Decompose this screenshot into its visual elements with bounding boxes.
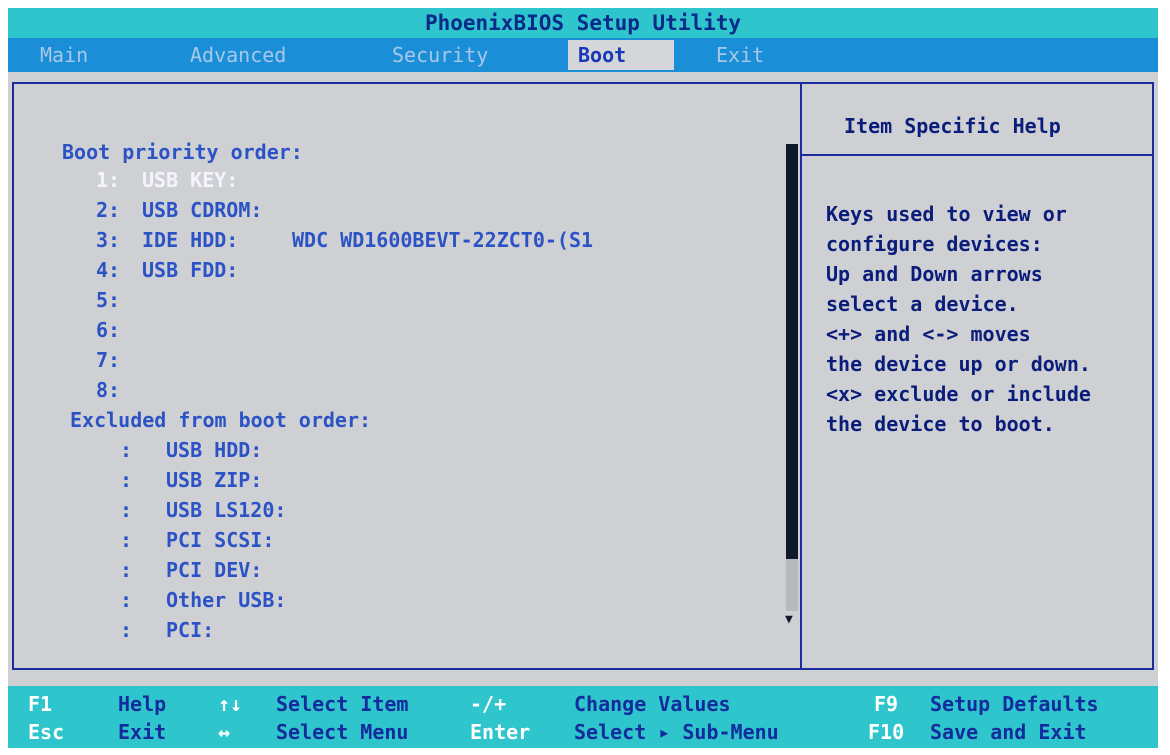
excluded-item-device: PCI DEV: [166,558,263,582]
select-submenu-desc: Select ▸ Sub-Menu [574,720,779,744]
select-menu-desc: Select Menu [276,720,409,744]
exit-desc: Exit [118,720,167,744]
excluded-item-device: PCI: [166,618,215,642]
help-title: Item Specific Help [844,114,1061,138]
boot-item-detail: WDC WD1600BEVT-22ZCT0-(S1 [292,228,594,252]
left-right-arrows-icon[interactable]: ↔ [218,720,230,744]
boot-item-6[interactable]: 6: [96,318,142,342]
f1-desc: Help [118,692,167,716]
key-legend-bar: F1 Help ↑↓ Select Item -/+ Change Values… [8,686,1158,748]
tab-advanced[interactable]: Advanced [180,40,296,70]
boot-item-3[interactable]: 3: IDE HDD: WDC WD1600BEVT-22ZCT0-(S1 [96,228,593,252]
excluded-item-marker: : [120,588,133,612]
excluded-item-device: USB HDD: [166,438,263,462]
boot-item-device: USB KEY: [142,168,239,192]
scrollbar-track[interactable] [786,559,798,611]
boot-item-7[interactable]: 7: [96,348,142,372]
excluded-item[interactable]: : USB HDD: [120,438,262,462]
help-line: <x> exclude or include [826,382,1091,406]
bios-screen: PhoenixBIOS Setup Utility Main Advanced … [8,8,1158,748]
excluded-item-marker: : [120,498,133,522]
excluded-item[interactable]: : USB ZIP: [120,468,262,492]
panel-divider [800,84,802,668]
excluded-item-device: PCI SCSI: [166,528,275,552]
boot-item-number: 7: [96,348,121,372]
excluded-item-device: USB ZIP: [166,468,263,492]
boot-item-number: 8: [96,378,121,402]
scroll-down-icon[interactable]: ▼ [785,612,793,627]
help-line: <+> and <-> moves [826,322,1031,346]
excluded-item-device: USB LS120: [166,498,287,522]
boot-item-1[interactable]: 1: USB KEY: [96,168,292,192]
excluded-item[interactable]: : Other USB: [120,588,286,612]
boot-item-2[interactable]: 2: USB CDROM: [96,198,292,222]
tab-boot[interactable]: Boot [568,40,674,70]
boot-priority-heading: Boot priority order: [62,140,303,164]
help-divider [802,154,1152,156]
excluded-item-marker: : [120,618,133,642]
enter-key[interactable]: Enter [470,720,530,744]
boot-item-number: 4: [96,258,121,282]
boot-item-number: 3: [96,228,121,252]
excluded-item[interactable]: : PCI DEV: [120,558,262,582]
help-line: select a device. [826,292,1019,316]
boot-item-4[interactable]: 4: USB FDD: [96,258,292,282]
excluded-item-marker: : [120,558,133,582]
boot-item-5[interactable]: 5: [96,288,142,312]
select-item-desc: Select Item [276,692,409,716]
f10-key[interactable]: F10 [868,720,904,744]
boot-item-device: IDE HDD: [142,228,239,252]
boot-item-number: 5: [96,288,121,312]
app-title: PhoenixBIOS Setup Utility [8,8,1158,38]
boot-item-number: 2: [96,198,121,222]
menu-bar: Main Advanced Security Boot Exit [8,38,1158,72]
excluded-heading: Excluded from boot order: [70,408,372,432]
boot-item-number: 1: [96,168,121,192]
up-down-arrows-icon[interactable]: ↑↓ [218,692,242,716]
help-line: configure devices: [826,232,1043,256]
boot-item-device: USB FDD: [142,258,239,282]
boot-item-device: USB CDROM: [142,198,263,222]
main-frame: ▼ Boot priority order: 1: USB KEY: 2: USB … [12,82,1154,670]
boot-item-number: 6: [96,318,121,342]
help-line: the device to boot. [826,412,1055,436]
f9-key[interactable]: F9 [874,692,898,716]
excluded-item-marker: : [120,528,133,552]
excluded-item-marker: : [120,468,133,492]
help-line: the device up or down. [826,352,1091,376]
change-values-desc: Change Values [574,692,731,716]
minus-plus-key[interactable]: -/+ [470,692,506,716]
excluded-item[interactable]: : USB LS120: [120,498,286,522]
help-line: Keys used to view or [826,202,1067,226]
tab-security[interactable]: Security [382,40,498,70]
f1-key[interactable]: F1 [28,692,52,716]
setup-defaults-desc: Setup Defaults [930,692,1099,716]
scrollbar-thumb[interactable] [786,144,798,559]
excluded-item[interactable]: : PCI SCSI: [120,528,274,552]
tab-exit[interactable]: Exit [706,40,774,70]
boot-item-8[interactable]: 8: [96,378,142,402]
excluded-item-device: Other USB: [166,588,287,612]
esc-key[interactable]: Esc [28,720,64,744]
help-line: Up and Down arrows [826,262,1043,286]
save-and-exit-desc: Save and Exit [930,720,1087,744]
excluded-item-marker: : [120,438,133,462]
tab-main[interactable]: Main [30,40,98,70]
excluded-item[interactable]: : PCI: [120,618,214,642]
